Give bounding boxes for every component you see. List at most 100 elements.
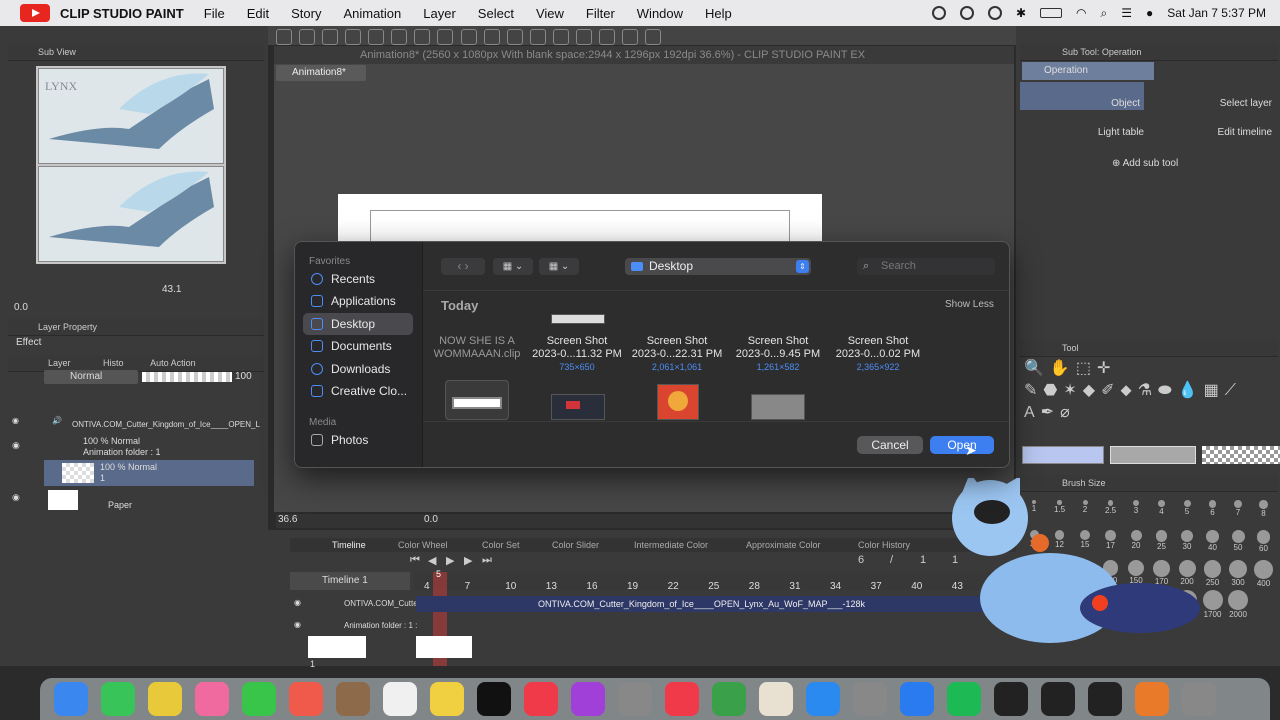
eye-icon[interactable]: ◉: [294, 620, 301, 629]
tab-color-history[interactable]: Color History: [858, 540, 910, 550]
news-icon[interactable]: [665, 682, 699, 716]
facetime-icon[interactable]: [242, 682, 276, 716]
brush-size-option[interactable]: 7: [1226, 500, 1250, 528]
sub-color-swatch[interactable]: [1110, 446, 1196, 464]
bluetooth-icon[interactable]: ✱: [1016, 6, 1026, 20]
layer-row-paper[interactable]: ◉ Paper: [8, 488, 264, 512]
clock-text[interactable]: Sat Jan 7 5:37 PM: [1167, 6, 1266, 20]
settings-icon[interactable]: [621, 29, 638, 45]
brush-size-option[interactable]: 2000: [1226, 590, 1250, 619]
clock-icon[interactable]: [987, 6, 1002, 20]
prev-frame-icon[interactable]: ◀: [428, 554, 436, 567]
cel-thumbnail[interactable]: [308, 636, 366, 658]
clip-studio-icon[interactable]: [276, 29, 292, 45]
subview-zoom[interactable]: 43.1: [162, 284, 181, 295]
layer-row-animation-folder[interactable]: ◉ 100 % Normal Animation folder : 1: [8, 436, 264, 460]
battery-icon[interactable]: [1040, 8, 1063, 18]
rotation-value[interactable]: 0.0: [424, 514, 438, 525]
numbers-icon[interactable]: [712, 682, 746, 716]
brush-size-option[interactable]: 300: [1226, 560, 1250, 588]
brush-size-option[interactable]: 60: [1252, 530, 1276, 558]
search-icon[interactable]: ⌕: [1101, 6, 1108, 21]
notes-icon[interactable]: [430, 682, 464, 716]
spotify-icon[interactable]: [947, 682, 981, 716]
new-file-icon[interactable]: [299, 29, 316, 45]
trash-icon[interactable]: [1182, 682, 1216, 716]
sidebar-item-documents[interactable]: Documents: [303, 335, 413, 357]
settings-icon[interactable]: [853, 682, 887, 716]
tab-layer[interactable]: Layer: [48, 358, 71, 368]
menu-window[interactable]: Window: [637, 6, 683, 21]
cel-thumbnail-2[interactable]: [416, 636, 472, 658]
user-icon[interactable]: ●: [1146, 6, 1153, 20]
sidebar-item-applications[interactable]: Applications: [303, 290, 413, 312]
tab-color-wheel[interactable]: Color Wheel: [398, 540, 448, 550]
invert-icon[interactable]: [529, 29, 546, 45]
file-thumbnail[interactable]: [551, 394, 605, 420]
group-button[interactable]: ▦ ⌄: [539, 258, 579, 275]
back-forward-buttons[interactable]: ‹ ›: [441, 258, 485, 275]
opacity-slider[interactable]: [142, 372, 232, 382]
play-icon[interactable]: [959, 6, 974, 20]
menu-layer[interactable]: Layer: [423, 6, 456, 21]
help-icon[interactable]: [618, 682, 652, 716]
location-popup[interactable]: Desktop ⇕: [625, 258, 811, 275]
blend-mode-select[interactable]: Normal: [44, 370, 138, 384]
tab-color-set[interactable]: Color Set: [482, 540, 520, 550]
tab-intermediate-color[interactable]: Intermediate Color: [634, 540, 708, 550]
piano-icon[interactable]: [1041, 682, 1075, 716]
subtool-select-layer[interactable]: Select layer: [1150, 82, 1274, 110]
menu-edit[interactable]: Edit: [247, 6, 269, 21]
brush-size-option[interactable]: 8: [1252, 500, 1276, 528]
messages-icon[interactable]: [101, 682, 135, 716]
clear-icon[interactable]: [414, 29, 431, 45]
open-button[interactable]: Open: [930, 436, 994, 454]
app-store-icon[interactable]: [806, 682, 840, 716]
tab-color-slider[interactable]: Color Slider: [552, 540, 599, 550]
eye-icon[interactable]: ◉: [12, 492, 20, 503]
layer-row-audio[interactable]: ◉ 🔊 ONTIVA.COM_Cutter_Kingdom_of_Ice____…: [8, 410, 264, 436]
eye-icon[interactable]: ◉: [12, 440, 20, 451]
next-frame-icon[interactable]: ▶: [464, 554, 472, 567]
cancel-button[interactable]: Cancel: [857, 436, 923, 454]
menu-view[interactable]: View: [536, 6, 564, 21]
subtool-tab-operation[interactable]: Operation: [1022, 62, 1154, 80]
audio-clip[interactable]: ONTIVA.COM_Cutter_Kingdom_of_Ice____OPEN…: [416, 596, 1014, 612]
sidebar-item-downloads[interactable]: Downloads: [303, 358, 413, 380]
eye-icon[interactable]: ◉: [12, 416, 19, 425]
document-tab[interactable]: Animation8*: [276, 65, 366, 81]
help-icon[interactable]: [645, 29, 661, 45]
subview-title[interactable]: Sub View: [38, 47, 76, 57]
subtool-light-table[interactable]: Light table: [1020, 112, 1144, 140]
subtool-object[interactable]: Object: [1020, 82, 1144, 110]
tab-approximate-color[interactable]: Approximate Color: [746, 540, 821, 550]
layer-property-title[interactable]: Layer Property: [38, 322, 97, 332]
tab-history[interactable]: Histo: [103, 358, 124, 368]
contacts-icon[interactable]: [336, 682, 370, 716]
finder-icon[interactable]: [54, 682, 88, 716]
maps-icon[interactable]: [148, 682, 182, 716]
menu-story[interactable]: Story: [291, 6, 321, 21]
tab-timeline[interactable]: Timeline: [332, 540, 366, 550]
menu-select[interactable]: Select: [478, 6, 514, 21]
transform-icon[interactable]: [460, 29, 477, 45]
file-item[interactable]: NOW SHE IS A WOMMAAAN.clip: [427, 335, 527, 361]
sidebar-item-recents[interactable]: Recents: [303, 268, 413, 290]
safari-icon[interactable]: [900, 682, 934, 716]
crop-icon[interactable]: [506, 29, 523, 45]
layer-row-selected[interactable]: 100 % Normal 1: [44, 460, 254, 486]
blender-icon[interactable]: [1135, 682, 1169, 716]
app-name[interactable]: CLIP STUDIO PAINT: [60, 6, 184, 21]
podcasts-icon[interactable]: [571, 682, 605, 716]
file-item[interactable]: Screen Shot 2023-0...0.02 PM 2,365×922: [828, 335, 928, 374]
snap-ruler-icon[interactable]: [552, 29, 569, 45]
timeline-select[interactable]: Timeline 1: [290, 572, 410, 590]
file-item[interactable]: Screen Shot 2023-0...9.45 PM 1,261×582: [728, 335, 828, 374]
show-less-button[interactable]: Show Less: [945, 299, 994, 310]
control-center-icon[interactable]: ☰: [1121, 6, 1132, 20]
file-thumbnail[interactable]: [751, 394, 805, 420]
file-item[interactable]: Screen Shot 2023-0...22.31 PM 2,061×1,061: [627, 335, 727, 374]
undo-icon[interactable]: [368, 29, 385, 45]
play-icon[interactable]: ▶: [446, 554, 454, 567]
open-file-icon[interactable]: [322, 29, 339, 45]
